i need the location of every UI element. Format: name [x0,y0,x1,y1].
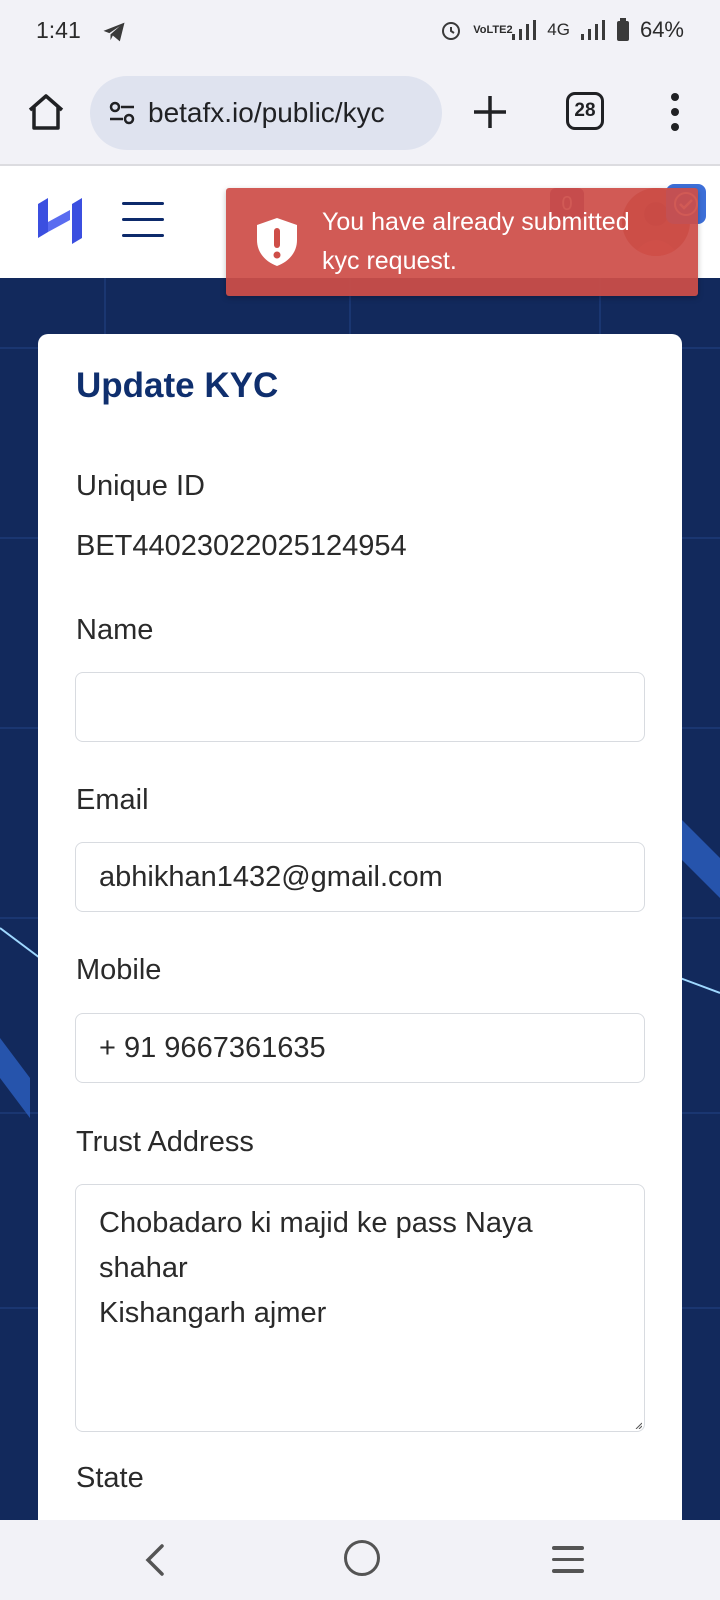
email-label: Email [76,784,149,816]
home-nav-icon[interactable] [344,1540,380,1576]
system-nav-bar [0,1520,720,1600]
status-bar: 1:41 VoLTE2 4G 64% [0,0,720,62]
unique-id-value: BET44023022025124954 [76,530,407,562]
name-label: Name [76,614,154,646]
telegram-icon [103,22,125,42]
email-field[interactable]: abhikhan1432@gmail.com [75,842,645,912]
volte-label: VoLTE2 [473,23,513,36]
more-vert-icon[interactable] [660,88,690,136]
resize-handle-icon[interactable] [634,1421,642,1429]
signal-icon-2 [580,20,605,40]
mobile-field[interactable]: + 91 9667361635 [75,1013,645,1083]
brand-logo[interactable] [36,196,84,246]
kyc-form-card: Update KYC Unique ID BET4402302202512495… [38,334,682,1534]
alarm-icon [442,22,461,40]
back-icon[interactable] [138,1540,174,1580]
address-line: shahar [99,1252,188,1284]
state-label: State [76,1462,144,1494]
mobile-label: Mobile [76,954,162,986]
battery-level: 64% [639,17,684,42]
hamburger-menu-icon[interactable] [122,202,164,240]
tab-switcher-button[interactable]: 28 [566,92,604,130]
address-line: Kishangarh ajmer [99,1297,327,1329]
signal-icon [512,20,537,40]
address-line: Chobadaro ki majid ke pass Naya [99,1207,533,1239]
recent-apps-icon[interactable] [552,1546,584,1574]
trust-address-field[interactable]: Chobadaro ki majid ke pass Naya shahar K… [75,1184,645,1432]
shield-alert-icon [257,218,297,266]
error-toast[interactable]: You have already submitted kyc request. [226,188,698,296]
status-time: 1:41 [36,17,81,43]
plus-icon[interactable] [468,90,512,134]
home-icon[interactable] [24,90,68,134]
page-title: Update KYC [76,366,279,405]
site-settings-icon[interactable] [108,100,136,126]
network-label: 4G [547,20,570,39]
address-bar[interactable]: betafx.io/public/kyc [90,76,442,150]
unique-id-label: Unique ID [76,470,205,502]
toast-message: You have already submitted kyc request. [322,208,630,275]
browser-toolbar: betafx.io/public/kyc 28 [0,62,720,166]
battery-icon [616,18,629,41]
status-icons: VoLTE2 4G 64% [439,17,684,43]
url-text: betafx.io/public/kyc [148,97,385,128]
name-field[interactable] [75,672,645,742]
trust-address-label: Trust Address [76,1126,254,1158]
